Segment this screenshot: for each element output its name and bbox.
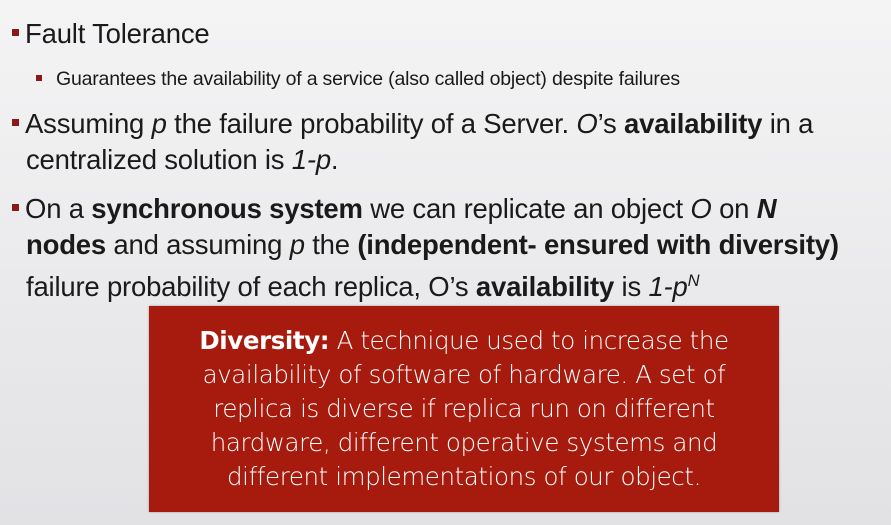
formula: 1-pN: [648, 271, 700, 302]
text: On a: [25, 193, 92, 224]
text: the: [304, 229, 358, 260]
bullet-fault-tolerance: Fault Tolerance: [12, 16, 881, 52]
text: .: [330, 144, 339, 175]
var-n: N: [756, 193, 777, 224]
text: failure probability of each replica, O’s: [26, 271, 476, 302]
bullet-synchronous-replication: On a synchronous system we can replicate…: [12, 191, 888, 305]
bullet-text: Fault Tolerance: [25, 18, 210, 49]
text: Assuming: [25, 108, 152, 139]
emphasis: availability: [475, 271, 615, 302]
text: ’s: [597, 108, 625, 139]
var-p: p: [289, 229, 305, 260]
diversity-callout: Diversity: A technique used to increase …: [149, 306, 779, 512]
callout-heading: Diversity:: [199, 326, 330, 355]
text: is: [614, 271, 649, 302]
text: and assuming: [105, 229, 290, 260]
bullet-marker: [12, 204, 19, 212]
slide: Fault Tolerance Guarantees the availabil…: [0, 0, 891, 525]
var-o: O: [576, 108, 598, 139]
text: on: [711, 193, 757, 224]
bullet-centralized-availability: Assuming p the failure probability of a …: [12, 106, 888, 178]
bullet-marker: [12, 119, 19, 127]
emphasis: availability: [624, 108, 763, 139]
text: the failure probability of a Server.: [166, 108, 577, 139]
bullet-marker: [36, 74, 42, 81]
var-o: O: [690, 193, 712, 224]
emphasis: (independent- ensured with diversity): [357, 229, 839, 260]
formula: 1-p: [291, 144, 331, 175]
sub-bullet-guarantees: Guarantees the availability of a service…: [36, 66, 881, 92]
emphasis: nodes: [26, 229, 106, 260]
exponent: N: [687, 272, 700, 290]
bullet-marker: [12, 29, 19, 37]
var-p: p: [151, 108, 167, 139]
bullet-text: Guarantees the availability of a service…: [56, 68, 680, 90]
emphasis: synchronous system: [91, 193, 363, 224]
text: we can replicate an object: [362, 193, 691, 224]
